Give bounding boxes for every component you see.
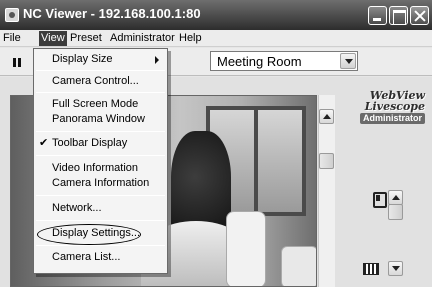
menu-separator [36, 131, 165, 132]
menu-separator [36, 195, 165, 196]
tilt-slider-thumb[interactable] [319, 153, 334, 169]
title-bar[interactable]: NC Viewer - 192.168.100.1:80 [0, 0, 432, 30]
menu-separator [36, 70, 165, 71]
minimize-button[interactable] [368, 6, 387, 25]
checkmark-icon: ✔ [39, 137, 49, 149]
zoom-up-button[interactable] [388, 190, 403, 205]
display-settings-highlight [37, 224, 141, 245]
menu-help[interactable]: Help [177, 31, 204, 46]
menu-item-network[interactable]: Network... [34, 201, 167, 216]
menu-view[interactable]: View [39, 31, 67, 46]
preset-select-value: Meeting Room [217, 54, 302, 69]
menu-preset[interactable]: Preset [68, 31, 104, 46]
menu-item-panorama-window[interactable]: Panorama Window [34, 112, 167, 127]
menu-item-label: Display Size [52, 53, 113, 65]
menu-item-full-screen-mode[interactable]: Full Screen Mode [34, 97, 167, 112]
menu-item-video-information[interactable]: Video Information [34, 161, 167, 176]
chevron-down-icon[interactable] [340, 53, 356, 69]
zoom-slider-thumb[interactable] [388, 204, 403, 220]
video-chair-2 [281, 246, 316, 286]
zoom-in-icon [370, 190, 387, 208]
menu-file[interactable]: File [1, 31, 23, 46]
maximize-button[interactable] [389, 6, 408, 25]
close-button[interactable] [410, 6, 429, 25]
tilt-scrollbar[interactable] [318, 95, 335, 287]
zoom-down-button[interactable] [388, 261, 403, 276]
submenu-arrow-icon [155, 56, 159, 64]
menu-separator [36, 220, 165, 221]
admin-badge: Administrator [359, 113, 425, 124]
brand-logo: WebView Livescope Administrator [343, 90, 425, 124]
menu-item-camera-information[interactable]: Camera Information [34, 176, 167, 191]
menu-separator [36, 245, 165, 246]
window-title: NC Viewer - 192.168.100.1:80 [23, 6, 201, 21]
preset-select[interactable]: Meeting Room [210, 51, 358, 71]
menu-bar: File View Preset Administrator Help [0, 30, 432, 47]
menu-item-toolbar-display[interactable]: ✔ Toolbar Display [34, 136, 167, 151]
camera-app-icon[interactable] [5, 8, 19, 22]
menu-item-display-size[interactable]: Display Size [34, 52, 167, 67]
menu-item-camera-control[interactable]: Camera Control... [34, 74, 167, 89]
zoom-out-icon [363, 263, 379, 275]
video-chair [226, 211, 266, 286]
menu-administrator[interactable]: Administrator [108, 31, 177, 46]
zoom-scrollbar[interactable] [386, 186, 412, 286]
menu-item-label: Toolbar Display [52, 137, 128, 149]
tilt-up-button[interactable] [319, 109, 334, 124]
menu-separator [36, 155, 165, 156]
menu-item-camera-list[interactable]: Camera List... [34, 250, 167, 265]
pause-icon[interactable] [13, 58, 21, 67]
menu-separator [36, 92, 165, 93]
app-window: NC Viewer - 192.168.100.1:80 File View P… [0, 0, 432, 287]
brand-line-2: Livescope [364, 100, 425, 113]
